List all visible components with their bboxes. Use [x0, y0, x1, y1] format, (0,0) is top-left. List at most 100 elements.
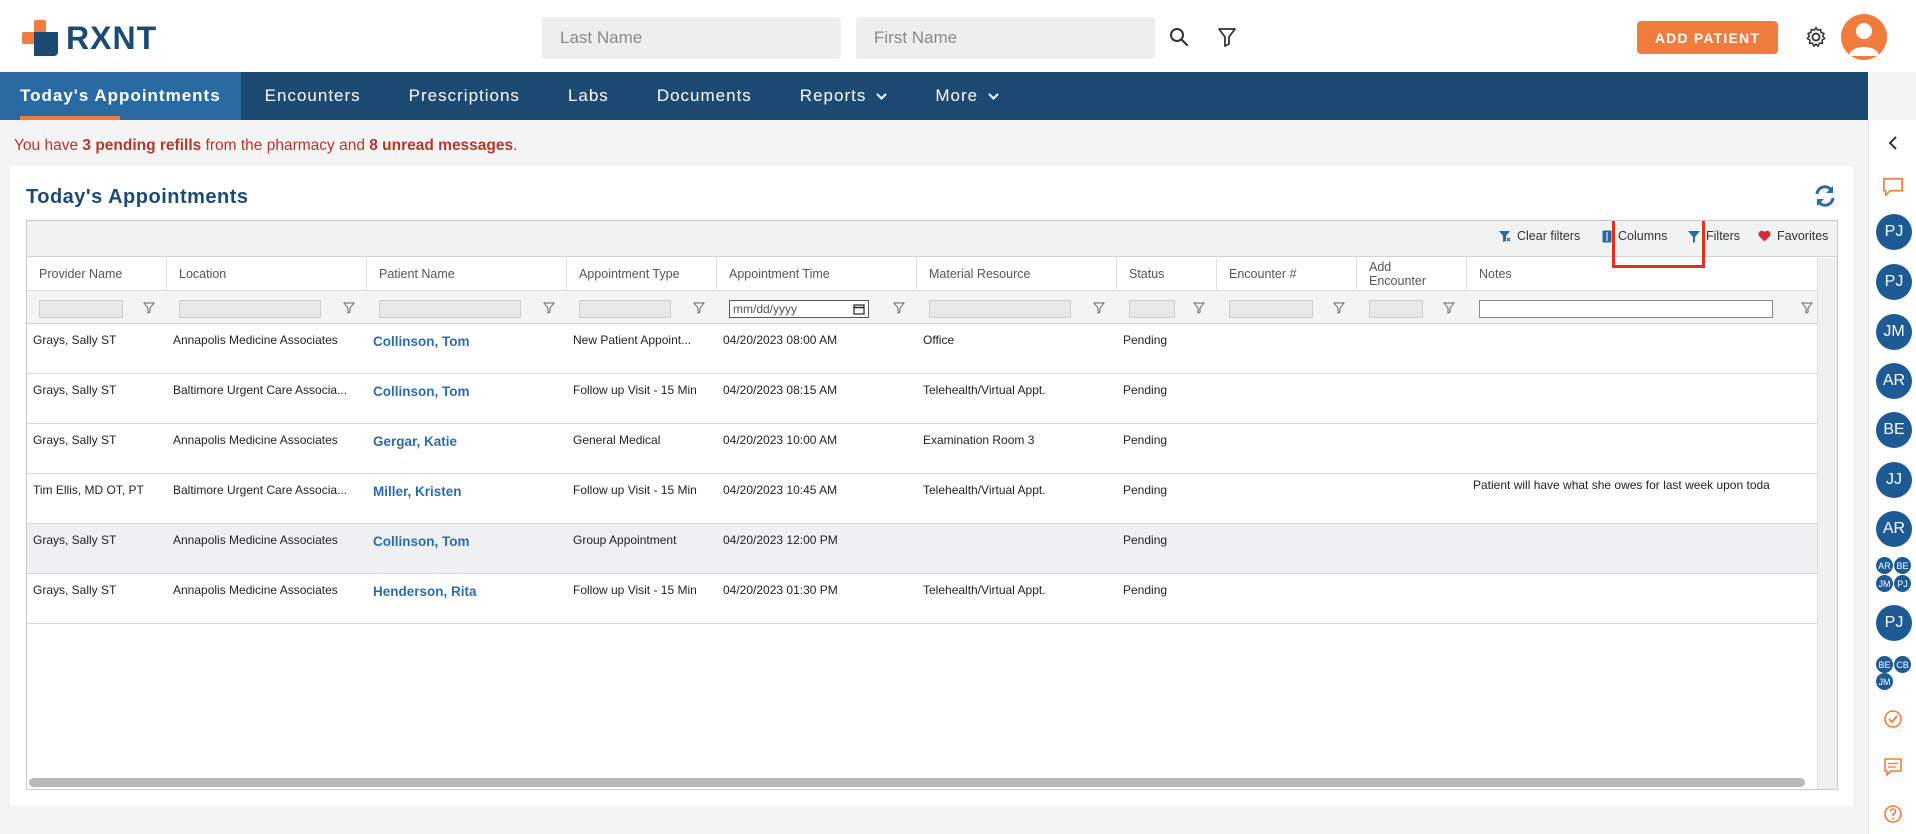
col-header-material-resource[interactable]: Material Resource — [917, 258, 1117, 290]
nav-more[interactable]: More — [911, 72, 1023, 120]
nav-encounters[interactable]: Encounters — [241, 72, 385, 120]
refresh-icon[interactable] — [1813, 184, 1839, 210]
table-row[interactable]: Grays, Sally ST Baltimore Urgent Care As… — [27, 374, 1817, 424]
table-row[interactable]: Grays, Sally ST Annapolis Medicine Assoc… — [27, 424, 1817, 474]
encounter-filter-input[interactable] — [1229, 300, 1313, 318]
resource-cell: Telehealth/Virtual Appt. — [923, 483, 1046, 497]
table-row[interactable]: Tim Ellis, MD OT, PT Baltimore Urgent Ca… — [27, 474, 1817, 524]
patient-link[interactable]: Miller, Kristen — [373, 484, 561, 499]
filter-icon[interactable] — [1442, 301, 1456, 314]
search-icon[interactable] — [1164, 22, 1194, 52]
logo-cross-icon — [20, 18, 60, 58]
location-cell: Annapolis Medicine Associates — [173, 583, 338, 597]
resource-filter-input[interactable] — [929, 300, 1071, 318]
filter-icon[interactable] — [1192, 301, 1206, 314]
first-name-input[interactable] — [856, 17, 1155, 59]
favorites-button[interactable]: Favorites — [1758, 229, 1828, 243]
nav-label: Prescriptions — [408, 86, 520, 105]
col-header-location[interactable]: Location — [167, 258, 367, 290]
appointment-date-input[interactable]: mm/dd/yyyy — [729, 300, 869, 318]
add-encounter-filter-input[interactable] — [1369, 300, 1423, 318]
mini-chip: AR — [1876, 557, 1893, 574]
type-filter-input[interactable] — [579, 300, 671, 318]
table-row[interactable]: Grays, Sally ST Annapolis Medicine Assoc… — [27, 324, 1817, 374]
provider-cell: Grays, Sally ST — [33, 533, 117, 547]
time-cell: 04/20/2023 01:30 PM — [723, 583, 838, 597]
user-avatar[interactable] — [1841, 14, 1887, 60]
chat-icon[interactable] — [1882, 176, 1904, 198]
notes-filter-input[interactable] — [1479, 300, 1773, 318]
calendar-icon[interactable] — [853, 303, 865, 319]
provider-filter-input[interactable] — [39, 300, 123, 318]
col-header-notes[interactable]: Notes — [1467, 258, 1817, 290]
nav-prescriptions[interactable]: Prescriptions — [385, 72, 544, 120]
column-label: Status — [1129, 267, 1165, 281]
nav-documents[interactable]: Documents — [633, 72, 776, 120]
filter-icon[interactable] — [142, 301, 156, 314]
col-header-appointment-type[interactable]: Appointment Type — [567, 258, 717, 290]
user-chip[interactable]: JJ — [1876, 462, 1912, 498]
column-label: Appointment Time — [729, 267, 830, 281]
user-chip[interactable]: AR — [1876, 363, 1912, 399]
filter-icon[interactable] — [1212, 22, 1242, 52]
type-cell: Follow up Visit - 15 Min — [573, 383, 697, 397]
collapse-chevron-icon[interactable] — [1882, 132, 1904, 154]
patient-link[interactable]: Gergar, Katie — [373, 434, 561, 449]
message-icon[interactable] — [1882, 756, 1904, 778]
filter-icon[interactable] — [692, 301, 706, 314]
vertical-scrollbar[interactable] — [1817, 258, 1837, 789]
user-chip[interactable]: PJ — [1876, 605, 1912, 641]
col-header-add-encounter[interactable]: Add Encounter — [1357, 258, 1467, 290]
filter-icon[interactable] — [342, 301, 356, 314]
check-circle-icon[interactable] — [1882, 708, 1904, 730]
patient-link[interactable]: Collinson, Tom — [373, 534, 561, 549]
column-label: Notes — [1479, 267, 1512, 281]
col-header-encounter-number[interactable]: Encounter # — [1217, 258, 1357, 290]
page-title: Today's Appointments — [26, 186, 249, 208]
nav-label: Today's Appointments — [20, 86, 221, 105]
help-icon[interactable] — [1882, 803, 1904, 825]
location-cell: Annapolis Medicine Associates — [173, 533, 338, 547]
patient-filter-input[interactable] — [379, 300, 521, 318]
col-header-appointment-time[interactable]: Appointment Time — [717, 258, 917, 290]
nav-todays-appointments[interactable]: Today's Appointments — [0, 72, 241, 120]
filter-icon[interactable] — [542, 301, 556, 314]
filter-icon[interactable] — [1332, 301, 1346, 314]
table-row[interactable]: Grays, Sally ST Annapolis Medicine Assoc… — [27, 574, 1817, 624]
filter-icon[interactable] — [1092, 301, 1106, 314]
col-header-provider[interactable]: Provider Name — [27, 258, 167, 290]
nav-label: More — [935, 86, 979, 105]
mini-chip: BE — [1894, 557, 1911, 574]
nav-reports[interactable]: Reports — [776, 72, 912, 120]
column-label: Location — [179, 267, 227, 281]
rxnt-logo[interactable]: RXNT — [20, 18, 157, 58]
horizontal-scrollbar[interactable] — [29, 778, 1805, 787]
pending-refills-link[interactable]: 3 pending refills — [82, 137, 201, 154]
add-patient-button[interactable]: ADD PATIENT — [1637, 21, 1778, 54]
patient-link[interactable]: Collinson, Tom — [373, 334, 561, 349]
user-chip[interactable]: PJ — [1876, 264, 1912, 300]
clear-filters-button[interactable]: Clear filters — [1498, 229, 1580, 243]
location-filter-input[interactable] — [179, 300, 321, 318]
user-chip[interactable]: PJ — [1876, 214, 1912, 250]
filter-icon[interactable] — [1800, 301, 1814, 314]
last-name-input[interactable] — [542, 17, 841, 59]
chevron-down-icon — [988, 89, 999, 103]
patient-link[interactable]: Collinson, Tom — [373, 384, 561, 399]
user-chip[interactable]: BE — [1876, 412, 1912, 448]
status-filter-input[interactable] — [1129, 300, 1175, 318]
mini-chip: CB — [1894, 656, 1911, 673]
type-cell: New Patient Appoint... — [573, 333, 692, 347]
patient-link[interactable]: Henderson, Rita — [373, 584, 561, 599]
gear-icon[interactable] — [1801, 22, 1831, 52]
filter-icon[interactable] — [892, 301, 906, 314]
nav-labs[interactable]: Labs — [544, 72, 633, 120]
col-header-patient[interactable]: Patient Name — [367, 258, 567, 290]
provider-cell: Tim Ellis, MD OT, PT — [33, 483, 144, 497]
unread-messages-link[interactable]: 8 unread messages — [369, 137, 513, 154]
user-chip[interactable]: JM — [1876, 314, 1912, 350]
location-cell: Annapolis Medicine Associates — [173, 333, 338, 347]
table-row[interactable]: Grays, Sally ST Annapolis Medicine Assoc… — [27, 524, 1817, 574]
col-header-status[interactable]: Status — [1117, 258, 1217, 290]
user-chip[interactable]: AR — [1876, 511, 1912, 547]
